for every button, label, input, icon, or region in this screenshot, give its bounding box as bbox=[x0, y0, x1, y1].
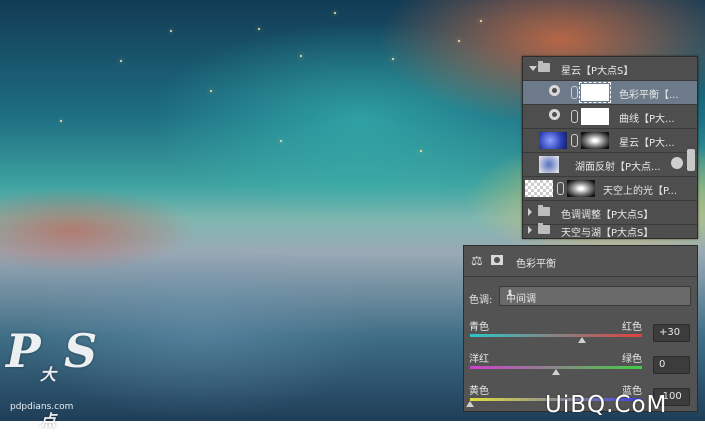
layer-name: 湖面反射【P大点... bbox=[575, 162, 661, 173]
link-icon bbox=[571, 134, 578, 147]
ps-logo-p: P bbox=[6, 324, 41, 378]
layers-scrollbar[interactable] bbox=[687, 149, 695, 171]
layer-name: 天空与湖【P大点S】 bbox=[561, 228, 654, 239]
layer-sky-light[interactable]: 天空上的光【P... bbox=[523, 177, 697, 201]
link-icon bbox=[557, 182, 564, 195]
layers-panel: 星云【P大点S】 色彩平衡【... 曲线【P大... 星云【P大... 湖面反射… bbox=[522, 56, 698, 239]
slider-green-label: 绿色 bbox=[622, 354, 642, 365]
collapse-arrow-icon[interactable] bbox=[528, 208, 532, 216]
layer-name: 天空上的光【P... bbox=[603, 186, 678, 197]
magenta-green-value-field[interactable]: 0 bbox=[653, 356, 690, 374]
uibq-watermark: UiBQ.CoM bbox=[545, 392, 668, 418]
layer-mask-thumbnail[interactable] bbox=[579, 82, 611, 103]
slider-magenta-label: 洋红 bbox=[469, 354, 489, 365]
adjustment-icon bbox=[549, 85, 560, 96]
balance-scale-icon[interactable]: ⚖ bbox=[471, 254, 483, 269]
layer-effects-icon[interactable] bbox=[671, 157, 683, 169]
cyan-red-slider-handle[interactable] bbox=[577, 337, 586, 343]
expand-arrow-icon[interactable] bbox=[529, 66, 537, 71]
ps-url-watermark: pdpdians.com bbox=[10, 402, 74, 412]
yellow-blue-slider-handle[interactable] bbox=[466, 401, 474, 407]
slider-yellow-label: 黄色 bbox=[469, 386, 489, 397]
slider-cyan-label: 青色 bbox=[469, 322, 489, 333]
layer-mask-thumbnail[interactable] bbox=[581, 108, 609, 125]
cyan-red-value-field[interactable]: +30 bbox=[653, 324, 690, 342]
magenta-green-slider-handle[interactable] bbox=[552, 369, 560, 375]
layer-name: 星云【P大点S】 bbox=[561, 66, 634, 77]
link-icon bbox=[571, 86, 578, 99]
layer-thumbnail[interactable] bbox=[539, 132, 567, 149]
layer-group-sky-lake[interactable]: 天空与湖【P大点S】 bbox=[523, 219, 697, 242]
select-arrows-icon: ⬍ bbox=[506, 289, 514, 299]
layer-mask-thumbnail[interactable] bbox=[581, 132, 609, 149]
slider-red-label: 红色 bbox=[622, 322, 642, 333]
layer-mask-thumbnail[interactable] bbox=[567, 180, 595, 197]
layer-color-balance[interactable]: 色彩平衡【... bbox=[523, 81, 697, 105]
ps-logo-mid: 大点 bbox=[40, 365, 57, 430]
properties-panel: ⚖ 色彩平衡 色调: 中间调 ⬍ 青色 红色 +30 洋红 绿色 0 黄色 蓝色… bbox=[463, 245, 698, 412]
cyan-red-track[interactable] bbox=[470, 334, 642, 337]
properties-title: 色彩平衡 bbox=[516, 259, 556, 270]
magenta-green-value: 0 bbox=[659, 359, 666, 370]
cyan-red-value: +30 bbox=[659, 327, 681, 338]
properties-header: ⚖ 色彩平衡 bbox=[464, 246, 697, 277]
mask-icon[interactable] bbox=[491, 255, 503, 265]
ps-logo-watermark: P 大点 S bbox=[6, 328, 97, 430]
layer-curves[interactable]: 曲线【P大... bbox=[523, 105, 697, 129]
folder-icon bbox=[538, 205, 550, 216]
layer-thumbnail[interactable] bbox=[525, 180, 553, 197]
layer-name: 曲线【P大... bbox=[619, 114, 675, 125]
adjustment-icon bbox=[549, 109, 560, 120]
link-icon bbox=[571, 110, 578, 123]
tone-select[interactable]: 中间调 ⬍ bbox=[499, 286, 691, 306]
folder-icon bbox=[538, 61, 550, 72]
folder-icon bbox=[538, 223, 550, 234]
tone-label: 色调: bbox=[469, 295, 493, 306]
layer-nebula-image[interactable]: 星云【P大... bbox=[523, 129, 697, 153]
layer-name: 色彩平衡【... bbox=[619, 90, 679, 101]
layer-group-xingyun[interactable]: 星云【P大点S】 bbox=[523, 57, 697, 81]
layer-name: 星云【P大... bbox=[619, 138, 675, 149]
collapse-arrow-icon[interactable] bbox=[528, 226, 532, 234]
smart-object-thumbnail[interactable] bbox=[539, 156, 559, 173]
layer-lake-reflection[interactable]: 湖面反射【P大点... bbox=[523, 153, 697, 177]
ps-logo-s: S bbox=[64, 324, 98, 378]
